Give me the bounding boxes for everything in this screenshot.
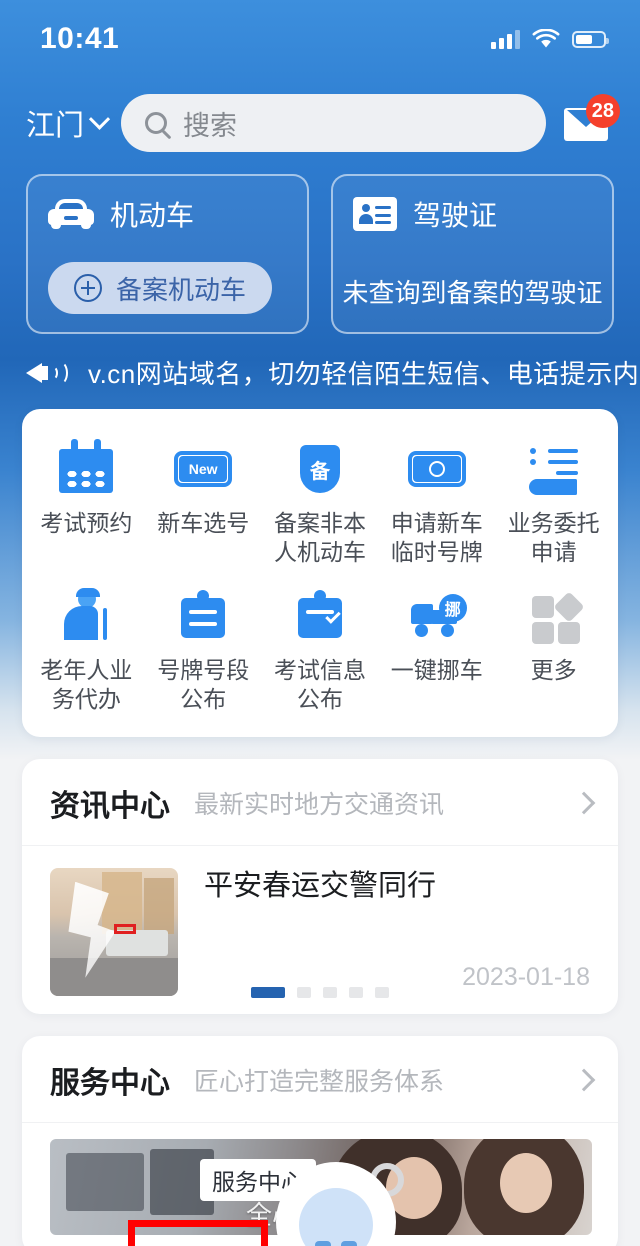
chevron-right-icon[interactable] <box>572 791 596 815</box>
service-item-elderly-agent[interactable]: 老年人业务代办 <box>28 582 145 719</box>
status-indicators <box>491 28 609 50</box>
calendar-icon <box>56 439 116 497</box>
license-card[interactable]: 驾驶证 未查询到备案的驾驶证 <box>331 174 614 334</box>
record-vehicle-button[interactable]: 备案机动车 <box>48 262 273 314</box>
truck-badge-text: 挪 <box>438 593 467 622</box>
news-center-section: 资讯中心 最新实时地方交通资讯 平安春运交警同行 2023-01-18 <box>22 758 618 1014</box>
service-center-subtitle: 匠心打造完整服务体系 <box>194 1067 445 1096</box>
service-label: 申请新车临时号牌 <box>390 510 483 566</box>
service-label: 老年人业务代办 <box>40 656 133 713</box>
car-icon <box>48 199 94 229</box>
news-center-header[interactable]: 资讯中心 最新实时地方交通资讯 <box>22 759 618 846</box>
service-item-record-other-vehicle[interactable]: 备 备案非本人机动车 <box>262 435 379 572</box>
license-card-note: 未查询到备案的驾驶证 <box>342 278 603 308</box>
service-item-business-delegate[interactable]: 业务委托申请 <box>495 435 612 572</box>
status-bar: 10:41 <box>0 0 640 78</box>
news-carousel-dots[interactable] <box>22 986 618 998</box>
shield-text: 备 <box>299 445 340 493</box>
service-label: 新车选号 <box>157 510 250 536</box>
app-screen: 10:41 江门 搜索 28 机动车 备案机动车 驾驶证 未查询到备案的驾驶证 … <box>0 0 640 1246</box>
service-label: 一键挪车 <box>390 656 483 683</box>
plus-circle-icon <box>74 274 102 302</box>
new-plate-icon: New <box>173 439 233 497</box>
list-hand-icon <box>524 439 584 497</box>
notice-text: v.cn网站域名，切勿轻信陌生短信、电话提示内容，以 <box>88 359 640 389</box>
search-icon <box>145 112 168 134</box>
news-item[interactable]: 平安春运交警同行 2023-01-18 <box>22 846 618 1014</box>
top-cards: 机动车 备案机动车 驾驶证 未查询到备案的驾驶证 <box>0 162 640 334</box>
mail-button[interactable]: 28 <box>564 94 620 146</box>
service-label: 更多 <box>530 656 577 683</box>
more-grid-icon <box>524 586 585 644</box>
chevron-right-icon[interactable] <box>572 1068 596 1092</box>
wifi-icon <box>532 28 560 47</box>
service-center-title: 服务中心 <box>50 1066 170 1100</box>
city-label: 江门 <box>26 110 85 142</box>
news-title: 平安春运交警同行 <box>204 869 437 902</box>
service-item-new-plate-select[interactable]: New 新车选号 <box>145 435 262 572</box>
service-item-exam-booking[interactable]: 考试预约 <box>28 435 145 572</box>
service-center-section: 服务中心 匠心打造完整服务体系 服务中心 全心服务 <box>22 1035 618 1246</box>
vehicle-card-title: 机动车 <box>110 200 195 231</box>
license-card-head: 驾驶证 <box>353 194 592 234</box>
service-label: 号牌号段公布 <box>157 656 250 713</box>
service-item-more[interactable]: 更多 <box>495 582 612 719</box>
header-bar: 江门 搜索 28 <box>0 78 640 162</box>
license-card-title: 驾驶证 <box>413 200 498 231</box>
carousel-dot[interactable] <box>375 986 389 998</box>
service-item-plate-range[interactable]: 号牌号段公布 <box>145 582 262 719</box>
chevron-down-icon <box>88 108 111 130</box>
record-vehicle-label: 备案机动车 <box>116 274 247 305</box>
red-highlight-box <box>128 1220 268 1246</box>
news-thumbnail <box>50 867 178 996</box>
news-body: 平安春运交警同行 2023-01-18 <box>204 868 592 996</box>
service-label: 考试信息公布 <box>273 656 366 713</box>
carousel-dot[interactable] <box>349 986 363 998</box>
vehicle-card[interactable]: 机动车 备案机动车 <box>26 174 309 334</box>
search-input[interactable]: 搜索 <box>121 94 546 152</box>
shield-record-icon: 备 <box>290 439 350 497</box>
service-center-header[interactable]: 服务中心 匠心打造完整服务体系 <box>22 1036 618 1123</box>
speaker-icon <box>26 357 70 389</box>
vehicle-card-head: 机动车 <box>48 194 287 234</box>
carousel-dot[interactable] <box>297 986 311 998</box>
elderly-person-icon <box>56 586 116 644</box>
notice-marquee[interactable]: v.cn网站域名，切勿轻信陌生短信、电话提示内容，以 <box>0 334 640 409</box>
service-item-temp-plate[interactable]: 申请新车临时号牌 <box>378 435 495 572</box>
plate-clock-icon <box>407 439 467 497</box>
battery-icon <box>572 30 609 48</box>
service-label: 业务委托申请 <box>507 510 600 566</box>
mail-badge: 28 <box>585 94 620 128</box>
truck-move-icon: 挪 <box>407 586 467 644</box>
city-selector[interactable]: 江门 <box>26 102 111 144</box>
clipboard-check-icon <box>290 586 350 644</box>
service-item-move-car[interactable]: 挪 一键挪车 <box>378 582 495 719</box>
id-card-icon <box>353 197 397 231</box>
service-label: 考试预约 <box>40 510 133 536</box>
service-label: 备案非本人机动车 <box>273 510 366 566</box>
carousel-dot-active[interactable] <box>251 986 285 998</box>
carousel-dot[interactable] <box>323 986 337 998</box>
news-center-title: 资讯中心 <box>50 789 170 823</box>
service-item-exam-info[interactable]: 考试信息公布 <box>262 582 379 719</box>
news-center-subtitle: 最新实时地方交通资讯 <box>194 790 445 819</box>
service-grid: 考试预约 New 新车选号 备 备案非本人机动车 申请新车临时号牌 业务委托申请… <box>28 435 612 719</box>
new-plate-text: New <box>179 456 228 482</box>
service-grid-card: 考试预约 New 新车选号 备 备案非本人机动车 申请新车临时号牌 业务委托申请… <box>22 409 618 737</box>
service-center-body: 服务中心 全心服务 <box>22 1123 618 1246</box>
status-time: 10:41 <box>40 22 120 55</box>
cellular-signal-icon <box>491 29 520 49</box>
clipboard-icon <box>173 586 233 644</box>
search-placeholder: 搜索 <box>183 110 238 141</box>
